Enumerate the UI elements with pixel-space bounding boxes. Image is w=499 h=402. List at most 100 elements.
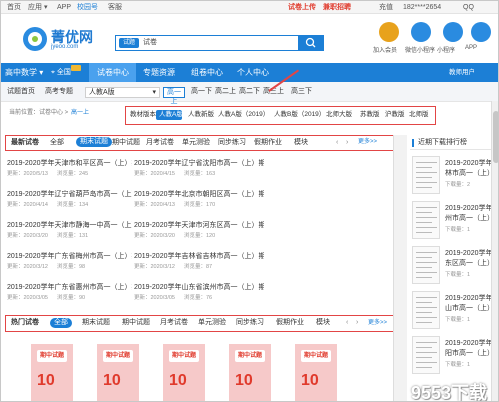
paper-card[interactable]: 期中试题 10 xyxy=(31,344,73,401)
textbook-option[interactable]: 北师大版 xyxy=(326,107,352,123)
hot-tab[interactable]: 单元测验 xyxy=(198,316,226,330)
rank-item-sub[interactable]: 林市高一（上） xyxy=(445,168,494,178)
textbook-option[interactable]: 沪教版 xyxy=(385,107,405,123)
qq-link[interactable]: QQ xyxy=(463,1,474,14)
textbook-option[interactable]: 北师版 xyxy=(409,107,429,123)
textbook-option[interactable]: 人教新版 xyxy=(188,107,214,123)
latest-more-link[interactable]: 更多>> xyxy=(358,136,377,149)
paper-thumbnail[interactable] xyxy=(412,336,440,374)
account-label[interactable]: 教师用户 xyxy=(449,63,475,82)
scrollbar-thumb[interactable] xyxy=(493,111,498,163)
paper-thumbnail[interactable] xyxy=(412,201,440,239)
region-selector[interactable]: ⌖ 全国 xyxy=(51,63,71,82)
scroll-left-icon[interactable]: ‹ xyxy=(336,136,338,149)
upload-link[interactable]: 试卷上传 xyxy=(288,1,316,14)
paper-thumbnail[interactable] xyxy=(412,246,440,284)
paper-title[interactable]: 2019-2020学年天津市静海一中高一（上）期末数学试卷 xyxy=(7,220,132,230)
rank-item-sub[interactable]: 州市高一（上） xyxy=(445,213,494,223)
hiring-link[interactable]: 兼职招聘 xyxy=(323,1,351,14)
scroll-left-icon[interactable]: ‹ xyxy=(346,316,348,330)
textbook-option[interactable]: 人教A版（2019） xyxy=(218,107,269,123)
paper-title[interactable]: 2019-2020学年天津市和平区高一（上）期末数学试卷 xyxy=(7,158,132,168)
latest-tab-active[interactable]: 期末试题 xyxy=(76,137,112,147)
textbook-option[interactable]: 人教B版（2019） xyxy=(274,107,325,123)
nav-tab-topics[interactable]: 专题资源 xyxy=(143,63,175,82)
latest-tab[interactable]: 模块 xyxy=(294,136,308,149)
textbook-option[interactable]: 人教A版 xyxy=(159,107,183,123)
hot-tab[interactable]: 同步练习 xyxy=(236,316,264,330)
latest-tab[interactable]: 期中试题 xyxy=(112,136,140,149)
paper-title[interactable]: 2019-2020学年天津市河东区高一（上）期末数学试卷 xyxy=(134,220,264,230)
paper-card[interactable]: 期中试题 10 xyxy=(163,344,205,401)
paper-title[interactable]: 2019-2020学年山东省滨州市高一（上）期末数学试卷 xyxy=(134,282,264,292)
rank-item-sub[interactable]: 山市高一（上） xyxy=(445,303,494,313)
search-input[interactable]: 试卷 xyxy=(143,38,157,48)
nav-tab-compose[interactable]: 组卷中心 xyxy=(191,63,223,82)
hot-tab[interactable]: 假期作业 xyxy=(276,316,304,330)
paper-card[interactable]: 期中试题 10 xyxy=(97,344,139,401)
paper-title[interactable]: 2019-2020学年北京市朝阳区高一（上）期末数学试卷 xyxy=(134,189,264,199)
nav-tab-papers[interactable]: 试卷中心 xyxy=(97,63,129,82)
site-domain: jyeoo.com xyxy=(51,44,79,50)
header-icon-0[interactable] xyxy=(379,22,399,42)
guest-link[interactable]: 客服 xyxy=(108,1,122,14)
paper-title[interactable]: 2019-2020学年广东省惠州市高一（上）期末数学试卷 xyxy=(7,282,132,292)
latest-tab[interactable]: 假期作业 xyxy=(254,136,282,149)
paper-thumbnail[interactable] xyxy=(412,291,440,329)
grade-tab[interactable]: 高三下 xyxy=(291,82,312,102)
paper-date: 更新：2020/3/05 xyxy=(7,295,48,301)
version-select[interactable]: 人教A版 ▾ xyxy=(85,87,160,98)
hot-tab-active[interactable]: 全部 xyxy=(50,318,72,328)
hot-tab[interactable]: 期末试题 xyxy=(82,316,110,330)
search-type-chip[interactable]: 试题 xyxy=(119,38,140,48)
breadcrumb-path[interactable]: 试卷中心 > xyxy=(39,109,68,117)
paper-title[interactable]: 2019-2020学年吉林省吉林市高一（上）期末数学试卷 xyxy=(134,251,264,261)
filter-home[interactable]: 试题首页 xyxy=(7,82,35,102)
user-account[interactable]: 182****2654 xyxy=(403,1,441,14)
thumb-line xyxy=(416,162,437,163)
paper-date: 更新：2020/3/12 xyxy=(134,264,175,270)
latest-tab[interactable]: 单元测验 xyxy=(182,136,210,149)
thumb-line xyxy=(416,177,432,178)
paper-views: 浏览量：163 xyxy=(184,171,216,177)
grade-tab[interactable]: 高二下 xyxy=(239,82,260,102)
paper-card[interactable]: 期中试题 10 xyxy=(229,344,271,401)
search-box[interactable]: 试题 试卷 xyxy=(115,35,315,51)
hot-more-link[interactable]: 更多>> xyxy=(368,316,387,330)
scrollbar[interactable] xyxy=(491,101,498,401)
header-icon-2[interactable] xyxy=(443,22,463,42)
search-button[interactable] xyxy=(298,35,324,51)
filter-sub[interactable]: 高考专题 xyxy=(45,82,73,102)
subject-selector[interactable]: 高中数学 ▾ xyxy=(5,63,43,82)
rank-item-sub[interactable]: 阳市高一（上） xyxy=(445,348,494,358)
paper-title[interactable]: 2019-2020学年辽宁省葫芦岛市高一（上）期末数学试卷 xyxy=(7,189,132,199)
paper-title[interactable]: 2019-2020学年辽宁省沈阳市高一（上）期末数学试卷 xyxy=(134,158,264,168)
hot-tab[interactable]: 模块 xyxy=(316,316,330,330)
grade-tab[interactable]: 高一下 xyxy=(191,82,212,102)
latest-tab[interactable]: 全部 xyxy=(50,136,64,149)
paper-thumbnail[interactable] xyxy=(412,156,440,194)
app-link[interactable]: APP xyxy=(57,1,71,14)
paper-title[interactable]: 2019-2020学年广东省梅州市高一（上）期末数学试卷 xyxy=(7,251,132,261)
nav-tab-personal[interactable]: 个人中心 xyxy=(237,63,269,82)
paper-card[interactable]: 期中试题 10 xyxy=(295,344,337,401)
campus-link[interactable]: 校园号 xyxy=(77,1,98,14)
home-link[interactable]: 首页 xyxy=(7,1,21,14)
grade-tab[interactable]: 高二上 xyxy=(215,82,236,102)
grade-tab-active[interactable]: 高一上 xyxy=(163,87,185,105)
thumb-line xyxy=(416,322,432,323)
header-icon-1[interactable] xyxy=(411,22,431,42)
header-icon-3[interactable] xyxy=(471,22,491,42)
site-logo[interactable]: 菁优网 jyeoo.com xyxy=(23,25,103,55)
hot-tab[interactable]: 月考试卷 xyxy=(160,316,188,330)
recharge-link[interactable]: 充值 xyxy=(379,1,393,14)
thumb-line xyxy=(416,272,437,273)
apps-menu[interactable]: 应用 ▾ xyxy=(28,1,47,14)
scroll-right-icon[interactable]: › xyxy=(356,316,358,330)
latest-tab[interactable]: 月考试卷 xyxy=(146,136,174,149)
scroll-right-icon[interactable]: › xyxy=(346,136,348,149)
rank-item-sub[interactable]: 东区高一（上） xyxy=(445,258,494,268)
textbook-option[interactable]: 苏教版 xyxy=(360,107,380,123)
hot-tab[interactable]: 期中试题 xyxy=(122,316,150,330)
latest-tab[interactable]: 同步练习 xyxy=(218,136,246,149)
